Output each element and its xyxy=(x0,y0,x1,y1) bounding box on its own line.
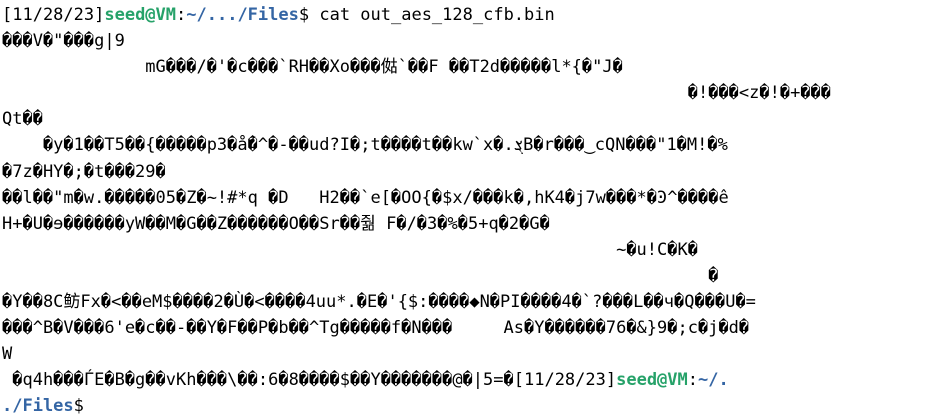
output-line: �!���<z�!�+��� xyxy=(2,83,832,104)
output-line: W xyxy=(2,344,13,365)
prompt-timestamp-2: [11/28/23] xyxy=(513,370,617,391)
prompt-dollar: $ xyxy=(298,5,320,25)
output-line: ���V�"���g|9 xyxy=(2,31,125,52)
output-line: ��l��"m�w.�����05�Z�~!#*q �D H2��`e[�OO{… xyxy=(2,187,729,208)
prompt-path-2a: ~/. xyxy=(698,370,729,391)
command-line: [11/28/23]seed@VM:~/.../Files$ cat out_a… xyxy=(2,2,940,28)
output-line: � xyxy=(2,265,719,286)
prompt-colon-2: : xyxy=(687,370,699,391)
output-line: ���^B�V���6'e�c��-��Y�F��P�b��^Tg�����f�… xyxy=(2,318,750,339)
prompt-colon: : xyxy=(176,5,187,25)
output-line: ~�u!C�K� xyxy=(2,239,698,260)
prompt-user-host-2: seed@VM xyxy=(616,370,688,391)
prompt-path: ~/.../Files xyxy=(186,5,299,25)
output-line: �7z�HY�;�t���29� xyxy=(2,161,166,182)
output-line: H+�U�ɘ������yW��M�G��Z������O��Sr��줢 F�/… xyxy=(2,213,550,234)
output-line: Qt�� xyxy=(2,109,43,130)
prompt-user-host: seed@VM xyxy=(104,5,177,25)
prompt-timestamp: [11/28/23] xyxy=(2,5,105,25)
output-line: mG���/�'�c���`RH��Xo���㑬`��F ��T2d�����l… xyxy=(2,57,623,78)
prompt-continuation: ./Files$ xyxy=(2,393,940,418)
output-line-with-prompt: �q4h���ЃE�B�g��vKh���\��:6�8����$��Y����… xyxy=(2,367,940,393)
prompt-path-2b: ./Files xyxy=(2,396,74,417)
output-line: �y�1��T5��{�����p3�ǻ�^�-��ud?I�;t����t��… xyxy=(2,135,728,156)
prompt-dollar-2: $ xyxy=(73,396,84,417)
output-tail: �q4h���ЃE�B�g��vKh���\��:6�8����$��Y����… xyxy=(2,370,514,391)
output-line: �Y��8C鲂Fx�<��eM$����2�Ù�<����4uu*.�E�'{$… xyxy=(2,292,756,313)
terminal-window[interactable]: [11/28/23]seed@VM:~/.../Files$ cat out_a… xyxy=(0,0,940,418)
command-text: cat out_aes_128_cfb.bin xyxy=(319,5,555,25)
